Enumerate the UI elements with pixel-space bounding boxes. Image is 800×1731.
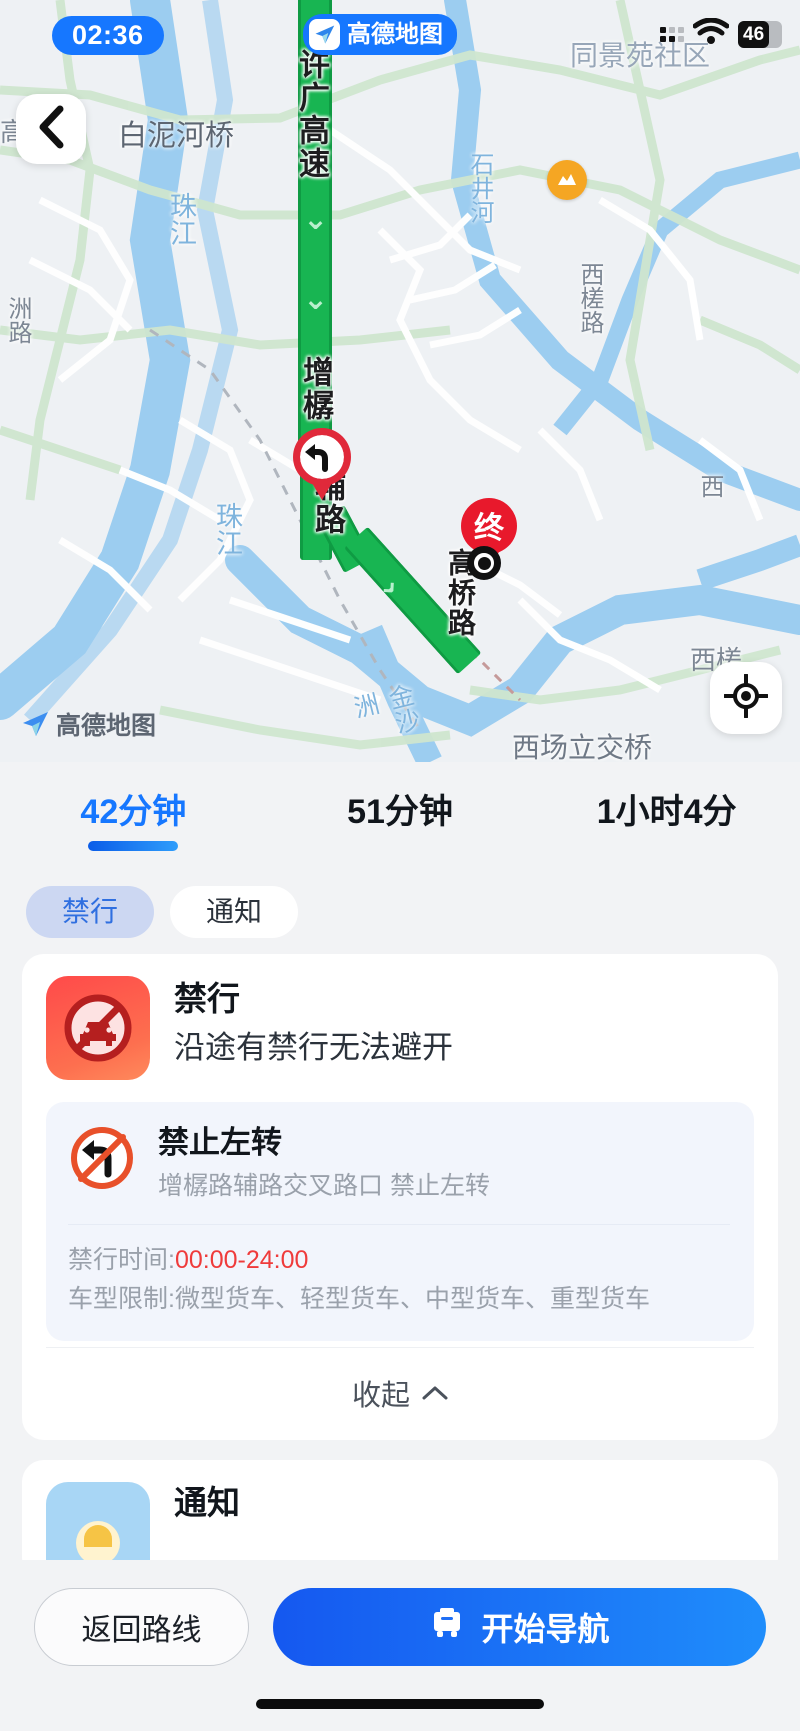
map-label-xichang-interchange: 西场立交桥 (512, 732, 653, 762)
amap-watermark: 高德地图 (20, 706, 156, 742)
restriction-time-label: 禁行时间: (68, 1246, 175, 1275)
amap-logo-icon (23, 712, 48, 736)
notice-card-title: 通知 (174, 1483, 240, 1521)
route-tab-0[interactable]: 42分钟 (0, 784, 267, 851)
locate-button[interactable] (710, 662, 782, 734)
destination-point (467, 546, 501, 580)
restriction-detail-title: 禁止左转 (158, 1125, 282, 1160)
svg-text:终: 终 (474, 512, 505, 545)
map-label-zhoulu: 洲路 (4, 296, 31, 344)
start-navigation-label: 开始导航 (481, 1611, 610, 1647)
poi-marker[interactable] (547, 160, 587, 200)
chevron-up-icon (422, 1376, 448, 1409)
home-indicator (256, 1699, 544, 1709)
map-label-xichalu: 西槎路 (576, 262, 603, 334)
route-tab-0-label: 42分钟 (80, 793, 187, 831)
route-tab-2[interactable]: 1小时4分 (533, 784, 800, 833)
route-tabs: 42分钟 51分钟 1小时4分 (0, 762, 800, 872)
back-to-route-button[interactable]: 返回路线 (34, 1588, 249, 1666)
restriction-card-title: 禁行 (174, 980, 240, 1017)
no-car-icon (46, 976, 150, 1080)
collapse-label: 收起 (351, 1379, 410, 1412)
back-button[interactable] (16, 94, 86, 164)
collapse-button[interactable]: 收起 (46, 1346, 754, 1440)
restriction-card-subtitle: 沿途有禁行无法避开 (174, 1030, 453, 1066)
route-tab-active-indicator (88, 841, 179, 851)
restriction-detail-text: 禁止左转 增樼路辅路交叉路口 禁止左转 (158, 1124, 490, 1202)
no-left-turn-icon (68, 1124, 136, 1197)
map-label-shijinghe: 石井河 (466, 152, 493, 224)
route-label-highway: 许广高速 (294, 48, 329, 180)
route-tab-1-label: 51分钟 (347, 793, 453, 831)
restriction-detail-subtitle: 增樼路辅路交叉路口 禁止左转 (158, 1172, 490, 1201)
map-label-xi: 西 (696, 474, 723, 498)
filter-chips: 禁行 通知 (0, 872, 800, 954)
map-label-zhujiang-1: 珠江 (166, 192, 196, 246)
restriction-time-value: 00:00-24:00 (174, 1246, 309, 1275)
chip-notice[interactable]: 通知 (170, 886, 299, 938)
map-label-tongjingyuan: 同景苑社区 (570, 40, 711, 71)
route-tab-1[interactable]: 51分钟 (267, 784, 534, 833)
restriction-vehicle-label: 车型限制: (68, 1285, 175, 1314)
restriction-card-header: 禁行 沿途有禁行无法避开 (46, 976, 754, 1102)
restriction-vehicle-row: 车型限制:微型货车、轻型货车、中型货车、重型货车 (68, 1280, 730, 1319)
map-canvas[interactable]: ⌄ ⌄ ⌄ 许广高速 增樼 辅路 高桥路 终 白泥河桥 珠江 珠江 石井河 西槎… (0, 0, 800, 762)
start-navigation-button[interactable]: 开始导航 (273, 1588, 766, 1666)
truck-icon (429, 1606, 465, 1648)
restriction-detail-meta: 禁行时间:00:00-24:00 车型限制:微型货车、轻型货车、中型货车、重型货… (68, 1224, 730, 1319)
restriction-card: 禁行 沿途有禁行无法避开 禁止左转 增樼路辅路交叉路口 禁止左转 禁行时间:00… (22, 954, 778, 1440)
no-left-turn-marker[interactable] (285, 426, 359, 500)
chevron-left-icon (36, 105, 66, 154)
notice-card-text: 通知 (174, 1482, 240, 1523)
restriction-time-row: 禁行时间:00:00-24:00 (68, 1241, 730, 1280)
restriction-detail-header: 禁止左转 增樼路辅路交叉路口 禁止左转 (68, 1124, 730, 1202)
map-label-zhujiang-2: 珠江 (212, 502, 242, 556)
route-tab-2-label: 1小时4分 (596, 793, 737, 831)
map-label-bainihe-bridge: 白泥河桥 (118, 120, 235, 152)
locate-crosshair-icon (723, 672, 769, 723)
restriction-detail[interactable]: 禁止左转 增樼路辅路交叉路口 禁止左转 禁行时间:00:00-24:00 车型限… (46, 1102, 754, 1341)
app-root: ⌄ ⌄ ⌄ 许广高速 增樼 辅路 高桥路 终 白泥河桥 珠江 珠江 石井河 西槎… (0, 0, 800, 1731)
restriction-card-text: 禁行 沿途有禁行无法避开 (174, 976, 453, 1068)
route-label-road: 增樼 (298, 356, 333, 422)
restriction-vehicle-value: 微型货车、轻型货车、中型货车、重型货车 (174, 1285, 650, 1314)
chip-restriction[interactable]: 禁行 (26, 886, 155, 938)
